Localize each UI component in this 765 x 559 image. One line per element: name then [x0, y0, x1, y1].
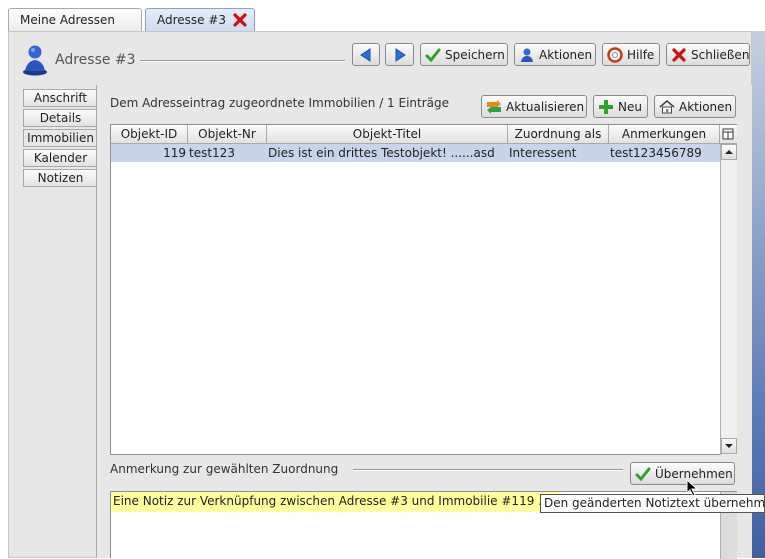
close-button[interactable]: Schließen — [666, 43, 750, 66]
sidebar-item-label: Immobilien — [27, 131, 94, 145]
sidebar-item-label: Notizen — [37, 171, 84, 185]
column-chooser-icon[interactable] — [720, 125, 737, 144]
sidebar-item-details[interactable]: Details — [23, 109, 97, 127]
column-header-objekt-id[interactable]: Objekt-ID — [111, 125, 188, 144]
checkmark-icon — [425, 47, 441, 63]
cell-anmerkungen: test123456789 — [610, 146, 702, 160]
property-actions-button[interactable]: Aktionen — [654, 95, 736, 118]
lifebuoy-icon — [607, 46, 623, 63]
sidebar-item-kalender[interactable]: Kalender — [23, 149, 97, 167]
previous-button[interactable] — [352, 43, 380, 66]
refresh-icon — [486, 99, 502, 115]
next-button[interactable] — [385, 43, 414, 66]
section-title: Dem Adresseintrag zugeordnete Immobilien… — [110, 96, 450, 110]
sidebar-item-anschrift[interactable]: Anschrift — [23, 89, 97, 107]
sidebar-item-immobilien[interactable]: Immobilien — [23, 129, 97, 147]
arrow-right-icon — [392, 47, 408, 63]
new-button[interactable]: Neu — [593, 95, 648, 118]
tab-adresse-3[interactable]: Adresse #3 — [145, 8, 255, 31]
close-icon — [671, 47, 687, 63]
tab-label: Meine Adressen — [20, 13, 116, 27]
arrow-left-icon — [358, 47, 374, 63]
apply-tooltip: Den geänderten Notiztext übernehmen — [540, 494, 765, 513]
tab-label: Adresse #3 — [157, 13, 227, 27]
user-icon — [21, 42, 49, 76]
page-title: Adresse #3 — [55, 52, 136, 68]
cell-objekt-titel: Dies ist ein drittes Testobjekt! ......a… — [268, 146, 495, 160]
sidebar-item-label: Kalender — [33, 151, 88, 165]
close-label: Schließen — [691, 47, 750, 62]
column-header-anmerkungen[interactable]: Anmerkungen — [609, 125, 720, 144]
note-section-title: Anmerkung zur gewählten Zuordnung — [110, 462, 339, 476]
help-button[interactable]: Hilfe — [602, 43, 660, 66]
refresh-button[interactable]: Aktualisieren — [481, 95, 587, 118]
sidebar-item-label: Anschrift — [33, 91, 88, 105]
note-divider — [353, 469, 623, 471]
mouse-cursor-icon — [686, 478, 699, 497]
tab-bar: Meine Adressen Adresse #3 — [0, 0, 765, 31]
apply-button[interactable]: Übernehmen — [630, 462, 735, 485]
scroll-up-icon[interactable] — [721, 144, 737, 160]
tab-meine-adressen[interactable]: Meine Adressen — [8, 8, 142, 31]
cell-objekt-id: 119 — [163, 146, 186, 160]
checkmark-icon — [635, 466, 651, 482]
sidebar-item-label: Details — [39, 111, 82, 125]
column-header-objekt-titel[interactable]: Objekt-Titel — [267, 125, 508, 144]
title-divider — [140, 60, 345, 62]
properties-table[interactable]: Objekt-ID Objekt-Nr Objekt-Titel Zuordnu… — [110, 124, 737, 455]
refresh-label: Aktualisieren — [506, 99, 585, 114]
scroll-down-icon[interactable] — [721, 438, 737, 454]
user-icon — [519, 47, 535, 63]
cell-zuordnung: Interessent — [509, 146, 577, 160]
table-scrollbar[interactable] — [720, 144, 737, 455]
sidebar-item-notizen[interactable]: Notizen — [23, 169, 97, 187]
save-button[interactable]: Speichern — [420, 43, 508, 66]
cell-objekt-nr: test123 — [189, 146, 235, 160]
new-label: Neu — [618, 99, 642, 114]
close-icon[interactable] — [232, 12, 248, 28]
plus-icon — [598, 99, 614, 115]
help-label: Hilfe — [627, 47, 655, 62]
house-icon — [659, 99, 675, 115]
note-text: Eine Notiz zur Verknüpfung zwischen Adre… — [111, 492, 562, 512]
actions-button[interactable]: Aktionen — [514, 43, 596, 66]
actions-label: Aktionen — [679, 99, 733, 114]
actions-label: Aktionen — [539, 47, 593, 62]
save-label: Speichern — [445, 47, 505, 62]
desktop-background-strip — [752, 30, 765, 558]
column-header-objekt-nr[interactable]: Objekt-Nr — [188, 125, 267, 144]
column-header-zuordnung[interactable]: Zuordnung als — [508, 125, 609, 144]
